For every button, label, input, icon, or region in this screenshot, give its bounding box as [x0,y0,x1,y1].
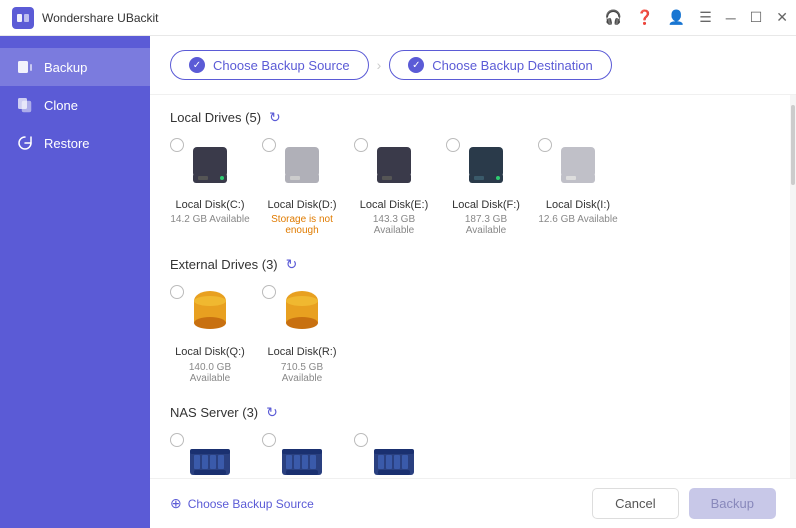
title-bar-left: Wondershare UBackit [12,7,159,29]
sidebar-restore-label: Restore [44,136,90,151]
drive-icon-c [182,138,238,194]
footer-choose-source-label: Choose Backup Source [188,497,314,511]
scrollbar-thumb[interactable] [791,105,795,185]
menu-icon[interactable]: ☰ [699,9,712,26]
minimize-button[interactable]: ─ [726,10,736,26]
app-logo [12,7,34,29]
drive-space-c: 14.2 GB Available [170,214,249,225]
title-bar: Wondershare UBackit 🎧 ❓ 👤 ☰ ─ ☐ ✕ [0,0,796,36]
main-layout: Backup Clone Restore [0,36,796,528]
external-drives-label: External Drives (3) [170,257,278,272]
step-destination-check: ✓ [408,57,424,73]
question-icon[interactable]: ❓ [636,9,653,26]
drives-scroll-area[interactable]: Local Drives (5) ↻ [150,95,790,528]
drive-item-e[interactable]: Local Disk(E:) 143.3 GB Available [354,138,434,236]
drive-name-e: Local Disk(E:) [360,198,428,212]
drive-icon-r [274,285,330,341]
local-drives-header: Local Drives (5) ↻ [170,109,770,126]
local-drives-refresh-icon[interactable]: ↻ [269,109,281,126]
drive-radio-e[interactable] [354,138,368,152]
sidebar-item-backup[interactable]: Backup [0,48,150,86]
backup-icon [16,58,34,76]
sidebar: Backup Clone Restore [0,36,150,528]
step-arrow: › [377,57,382,73]
steps-bar: ✓ Choose Backup Source › ✓ Choose Backup… [150,36,796,95]
drive-radio-i[interactable] [538,138,552,152]
app-title: Wondershare UBackit [42,11,159,25]
drive-space-r: 710.5 GB Available [262,362,342,384]
step-destination[interactable]: ✓ Choose Backup Destination [389,50,611,80]
drive-icon-f [458,138,514,194]
drive-space-e: 143.3 GB Available [354,214,434,236]
restore-icon [16,134,34,152]
external-drives-refresh-icon[interactable]: ↻ [286,256,298,273]
step-source-check: ✓ [189,57,205,73]
sidebar-item-clone[interactable]: Clone [0,86,150,124]
drive-item-f[interactable]: Local Disk(F:) 187.3 GB Available [446,138,526,236]
drive-space-i: 12.6 GB Available [538,214,617,225]
drive-name-d: Local Disk(D:) [267,198,336,212]
nas-server-header: NAS Server (3) ↻ [170,404,770,421]
backup-button[interactable]: Backup [689,488,776,519]
nas-refresh-icon[interactable]: ↻ [266,404,278,421]
drive-item-q[interactable]: Local Disk(Q:) 140.0 GB Available [170,285,250,383]
nas-server-label: NAS Server (3) [170,405,258,420]
headphone-icon[interactable]: 🎧 [605,9,622,26]
drive-item-c[interactable]: Local Disk(C:) 14.2 GB Available [170,138,250,236]
maximize-button[interactable]: ☐ [750,9,763,26]
drive-radio-y[interactable] [262,433,276,447]
local-drives-label: Local Drives (5) [170,110,261,125]
drive-icon-i [550,138,606,194]
plus-circle-icon: ⊕ [170,495,182,512]
drive-radio-c[interactable] [170,138,184,152]
footer-buttons: Cancel Backup [592,488,776,519]
drive-icon-e [366,138,422,194]
step-source-label: Choose Backup Source [213,58,350,73]
local-drives-grid: Local Disk(C:) 14.2 GB Available [170,138,770,236]
scrollbar-track[interactable] [790,95,796,528]
footer-choose-source[interactable]: ⊕ Choose Backup Source [170,495,314,512]
drive-name-r: Local Disk(R:) [267,345,336,359]
cancel-button[interactable]: Cancel [592,488,678,519]
external-drives-grid: Local Disk(Q:) 140.0 GB Available [170,285,770,383]
drive-space-d: Storage is not enough [262,214,342,236]
content-area: ✓ Choose Backup Source › ✓ Choose Backup… [150,36,796,528]
footer: ⊕ Choose Backup Source Cancel Backup [150,478,796,528]
drive-icon-q [182,285,238,341]
sidebar-backup-label: Backup [44,60,87,75]
drive-item-d[interactable]: Local Disk(D:) Storage is not enough [262,138,342,236]
external-drives-header: External Drives (3) ↻ [170,256,770,273]
drive-item-i[interactable]: Local Disk(I:) 12.6 GB Available [538,138,618,236]
user-icon[interactable]: 👤 [668,9,685,26]
sidebar-clone-label: Clone [44,98,78,113]
title-bar-controls: 🎧 ❓ 👤 ☰ ─ ☐ ✕ [605,9,788,26]
drive-radio-z[interactable] [354,433,368,447]
drive-name-q: Local Disk(Q:) [175,345,245,359]
clone-icon [16,96,34,114]
drive-name-f: Local Disk(F:) [452,198,520,212]
drive-space-f: 187.3 GB Available [446,214,526,236]
drive-name-i: Local Disk(I:) [546,198,610,212]
drive-item-r[interactable]: Local Disk(R:) 710.5 GB Available [262,285,342,383]
drive-name-c: Local Disk(C:) [175,198,244,212]
drive-space-q: 140.0 GB Available [170,362,250,384]
drive-radio-f[interactable] [446,138,460,152]
step-source[interactable]: ✓ Choose Backup Source [170,50,369,80]
drive-radio-x[interactable] [170,433,184,447]
drive-radio-d[interactable] [262,138,276,152]
drive-icon-d [274,138,330,194]
sidebar-item-restore[interactable]: Restore [0,124,150,162]
close-button[interactable]: ✕ [776,9,788,26]
step-destination-label: Choose Backup Destination [432,58,592,73]
